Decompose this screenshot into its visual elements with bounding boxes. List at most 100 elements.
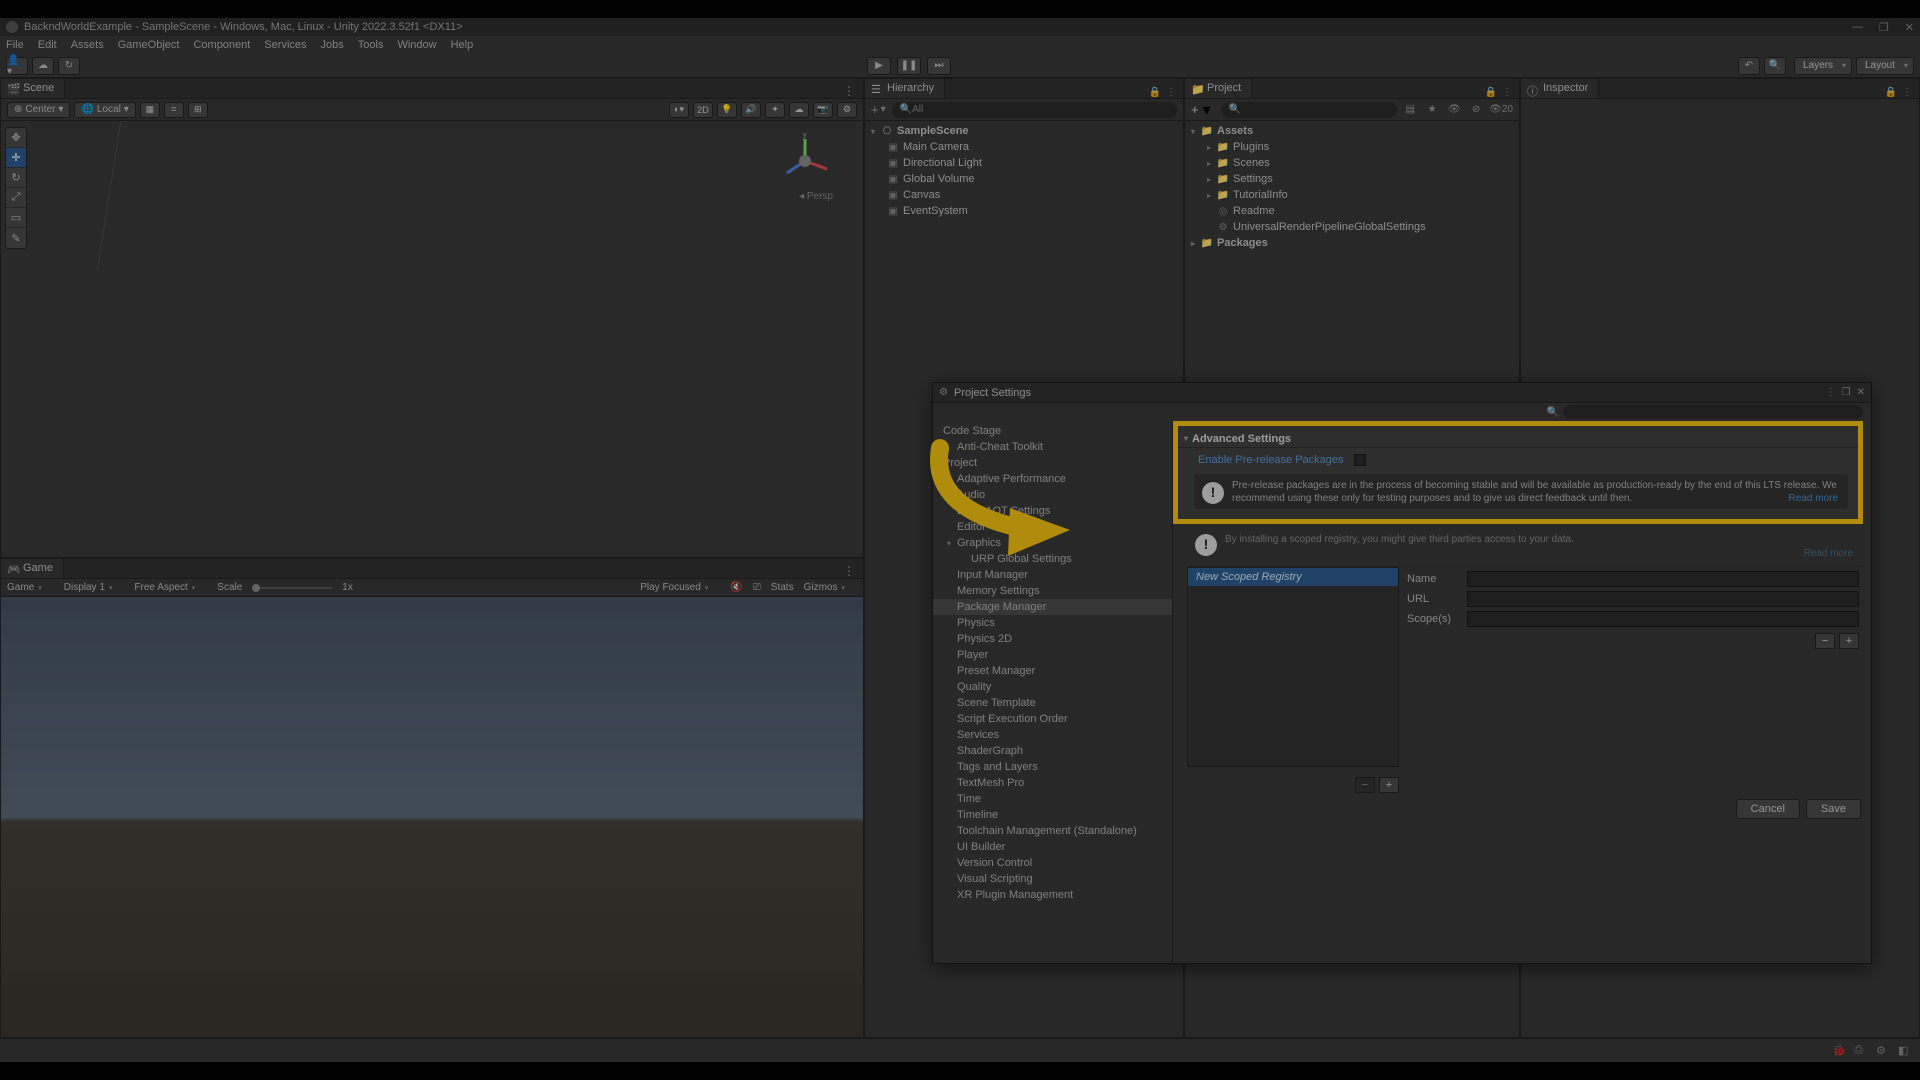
menu-services[interactable]: Services: [264, 39, 306, 51]
registry-url-input[interactable]: [1467, 591, 1859, 607]
gizmos-toggle[interactable]: Gizmos: [804, 582, 857, 593]
hierarchy-add-button[interactable]: +: [871, 102, 879, 117]
add-scope-button[interactable]: +: [1839, 633, 1859, 649]
scene-context-menu[interactable]: ⋮: [843, 84, 855, 98]
global-search-icon[interactable]: 🔍: [1764, 57, 1786, 75]
game-viewport[interactable]: [1, 597, 863, 1037]
project-asset[interactable]: ◎Readme: [1185, 203, 1519, 219]
read-more-link[interactable]: Read more: [1789, 493, 1838, 506]
settings-category-project[interactable]: ▾Project: [933, 455, 1172, 471]
settings-category-physics[interactable]: Physics: [933, 615, 1172, 631]
inspector-lock-icon[interactable]: 🔒: [1885, 86, 1897, 98]
minimize-button[interactable]: —: [1852, 21, 1863, 34]
settings-category-preset-manager[interactable]: Preset Manager: [933, 663, 1172, 679]
remove-registry-button[interactable]: −: [1355, 777, 1375, 793]
history-button[interactable]: ↻: [58, 57, 80, 75]
settings-category-input-manager[interactable]: Input Manager: [933, 567, 1172, 583]
scoped-registry-list[interactable]: New Scoped Registry: [1187, 567, 1399, 767]
project-search-input[interactable]: 🔍: [1221, 102, 1398, 118]
pivot-mode[interactable]: ⊕ Center ▾: [7, 102, 70, 118]
project-lock-icon[interactable]: 🔒: [1485, 86, 1497, 98]
settings-category-toolchain-management-standalone-[interactable]: Toolchain Management (Standalone): [933, 823, 1172, 839]
grid-icon[interactable]: ▦: [140, 102, 160, 118]
settings-category-adaptive-performance[interactable]: Adaptive Performance: [933, 471, 1172, 487]
add-registry-button[interactable]: +: [1379, 777, 1399, 793]
stats-toggle[interactable]: Stats: [771, 582, 794, 593]
filter-icon[interactable]: ▤: [1401, 103, 1419, 117]
cloud-button[interactable]: ☁: [32, 57, 54, 75]
menu-assets[interactable]: Assets: [71, 39, 104, 51]
project-folder[interactable]: ▸📁Scenes: [1185, 155, 1519, 171]
menu-edit[interactable]: Edit: [38, 39, 57, 51]
save-button[interactable]: Save: [1806, 799, 1861, 819]
menu-window[interactable]: Window: [397, 39, 436, 51]
settings-category-time[interactable]: Time: [933, 791, 1172, 807]
settings-category-shadergraph[interactable]: ShaderGraph: [933, 743, 1172, 759]
status-icon[interactable]: ⎙: [1854, 1044, 1868, 1058]
settings-category-anti-cheat-toolkit[interactable]: Anti-Cheat Toolkit: [933, 439, 1172, 455]
settings-category-memory-settings[interactable]: Memory Settings: [933, 583, 1172, 599]
layers-dropdown[interactable]: Layers: [1794, 57, 1852, 75]
menu-component[interactable]: Component: [193, 39, 250, 51]
project-asset[interactable]: ⚙UniversalRenderPipelineGlobalSettings: [1185, 219, 1519, 235]
maximize-button[interactable]: ❐: [1879, 21, 1889, 34]
inspector-context-menu[interactable]: ⋮: [1901, 86, 1913, 98]
game-tab[interactable]: 🎮 Game: [1, 558, 64, 578]
settings-category-code-stage[interactable]: Code Stage: [933, 423, 1172, 439]
snap-icon[interactable]: ⌗: [164, 102, 184, 118]
settings-category-xr-plugin-management[interactable]: XR Plugin Management: [933, 887, 1172, 903]
settings-category-editor[interactable]: Editor: [933, 519, 1172, 535]
game-tab-selector[interactable]: Game: [7, 582, 54, 593]
game-context-menu[interactable]: ⋮: [843, 564, 855, 578]
settings-category-tags-and-layers[interactable]: Tags and Layers: [933, 759, 1172, 775]
settings-category-quality[interactable]: Quality: [933, 679, 1172, 695]
settings-category-urp-global-settings[interactable]: URP Global Settings: [933, 551, 1172, 567]
settings-search-input[interactable]: [1563, 405, 1863, 419]
mute-icon[interactable]: 🔇: [730, 582, 742, 593]
cloud-fx-icon[interactable]: ☁: [789, 102, 809, 118]
menu-gameobject[interactable]: GameObject: [118, 39, 180, 51]
new-scoped-registry-item[interactable]: New Scoped Registry: [1188, 568, 1398, 586]
menu-tools[interactable]: Tools: [358, 39, 384, 51]
hierarchy-item[interactable]: ▣Main Camera: [865, 139, 1183, 155]
project-folder[interactable]: ▸📁TutorialInfo: [1185, 187, 1519, 203]
settings-category-services[interactable]: Services: [933, 727, 1172, 743]
menu-help[interactable]: Help: [451, 39, 474, 51]
cancel-button[interactable]: Cancel: [1736, 799, 1800, 819]
orientation-gizmo-icon[interactable]: y: [775, 131, 835, 191]
packages-root[interactable]: ▸📁Packages: [1185, 235, 1519, 251]
coord-mode[interactable]: 🌐 Local ▾: [74, 102, 135, 118]
advanced-settings-header[interactable]: Advanced Settings: [1192, 433, 1291, 445]
undo-history-icon[interactable]: ↶: [1738, 57, 1760, 75]
hierarchy-item[interactable]: ▣EventSystem: [865, 203, 1183, 219]
assets-root[interactable]: ▾📁Assets: [1185, 123, 1519, 139]
lighting-icon[interactable]: 💡: [717, 102, 737, 118]
menu-file[interactable]: File: [6, 39, 24, 51]
close-button[interactable]: ✕: [1905, 21, 1914, 34]
settings-category-ui-builder[interactable]: UI Builder: [933, 839, 1172, 855]
aspect-dropdown[interactable]: Free Aspect: [134, 582, 207, 593]
status-icon[interactable]: 🐞: [1832, 1044, 1846, 1058]
status-icon[interactable]: ⚙: [1876, 1044, 1890, 1058]
camera-icon[interactable]: 📷: [813, 102, 833, 118]
settings-category-package-manager[interactable]: Package Manager: [933, 599, 1172, 615]
hierarchy-context-menu[interactable]: ⋮: [1165, 86, 1177, 98]
perspective-label[interactable]: ◂ Persp: [799, 191, 833, 202]
hidden-icon[interactable]: 👁: [1445, 103, 1463, 117]
remove-scope-button[interactable]: −: [1815, 633, 1835, 649]
fx-icon[interactable]: ✦: [765, 102, 785, 118]
read-more-link[interactable]: Read more: [1804, 548, 1853, 559]
gizmo-menu-icon[interactable]: ⚙: [837, 102, 857, 118]
menu-jobs[interactable]: Jobs: [321, 39, 344, 51]
2d-toggle[interactable]: 2D: [693, 102, 713, 118]
hierarchy-item[interactable]: ▣Canvas: [865, 187, 1183, 203]
play-focused-dropdown[interactable]: Play Focused: [640, 582, 720, 593]
settings-category-timeline[interactable]: Timeline: [933, 807, 1172, 823]
settings-category-version-control[interactable]: Version Control: [933, 855, 1172, 871]
project-tab[interactable]: 📁 Project: [1185, 78, 1252, 98]
vsync-icon[interactable]: ⎚: [753, 582, 761, 593]
enable-prerelease-checkbox[interactable]: [1354, 454, 1366, 466]
settings-category-audio[interactable]: Audio: [933, 487, 1172, 503]
display-dropdown[interactable]: Display 1: [64, 582, 125, 593]
settings-category-graphics[interactable]: ▾Graphics: [933, 535, 1172, 551]
